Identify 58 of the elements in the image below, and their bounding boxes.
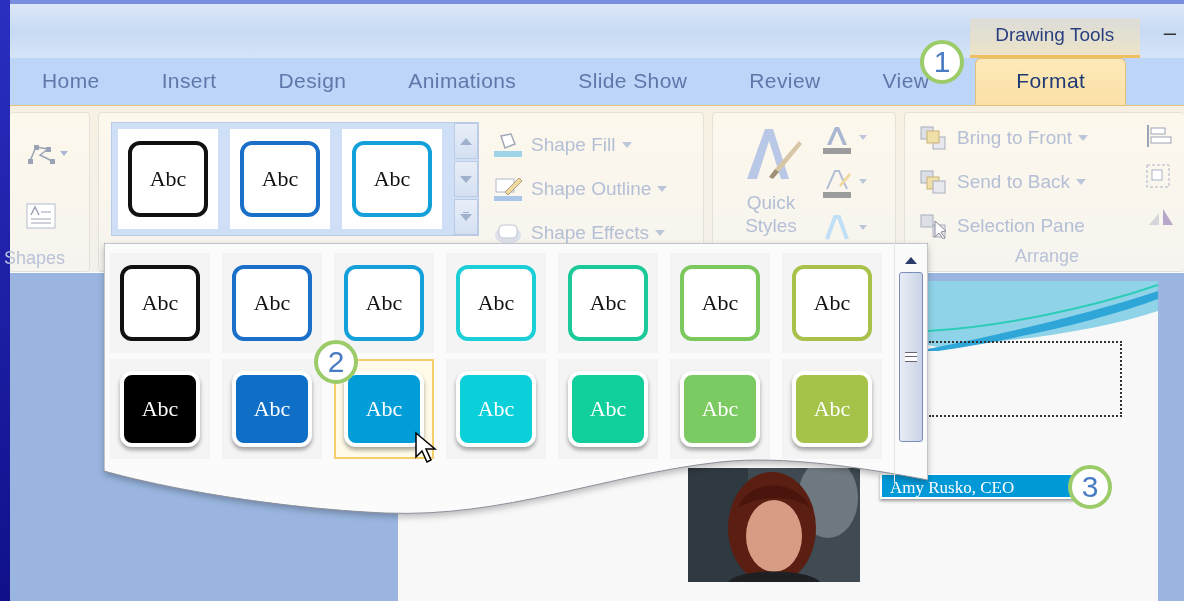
group-label: Arrange (1015, 246, 1080, 267)
style-swatch[interactable]: Abc (352, 141, 432, 217)
style-swatch: Abc (792, 371, 872, 447)
style-option[interactable]: Abc (782, 359, 882, 459)
ribbon-tab[interactable]: Format (975, 58, 1127, 105)
mouse-pointer-icon (414, 431, 440, 465)
style-option[interactable]: Abc (222, 253, 322, 353)
style-swatch: Abc (456, 371, 536, 447)
text-outline-icon[interactable] (821, 169, 869, 199)
style-swatch: Abc (232, 265, 312, 341)
ribbon-tab[interactable]: Slide Show (578, 69, 688, 105)
text-fill-icon[interactable] (821, 125, 869, 155)
stacked-squares-icon (919, 169, 949, 195)
ribbon-tab[interactable]: Review (749, 69, 821, 105)
selection-pane-icon (919, 213, 949, 239)
style-option[interactable]: Abc (110, 253, 210, 353)
style-option[interactable]: Abc (446, 359, 546, 459)
ribbon-tab[interactable]: Animations (408, 69, 517, 105)
style-swatch: Abc (344, 371, 424, 447)
ribbon-command[interactable]: Shape Fill (493, 130, 668, 160)
style-swatch: Abc (344, 265, 424, 341)
contextual-tab-label: Drawing Tools (969, 18, 1140, 58)
text-box-icon[interactable] (26, 203, 56, 229)
style-swatch: Abc (456, 265, 536, 341)
ribbon-tab[interactable]: Design (278, 69, 347, 105)
ribbon-tab[interactable]: Home (42, 69, 100, 105)
style-swatch: Abc (680, 371, 760, 447)
style-option[interactable]: Abc (110, 359, 210, 459)
style-swatch[interactable]: Abc (128, 141, 208, 217)
style-option[interactable]: Abc (670, 359, 770, 459)
style-option[interactable]: Abc (782, 253, 882, 353)
scroll-down-button[interactable] (454, 161, 478, 197)
ribbon-command[interactable]: Bring to Front (919, 123, 1131, 153)
scroll-up-button[interactable] (454, 123, 478, 159)
style-swatch: Abc (792, 265, 872, 341)
ribbon-tab[interactable]: Insert (161, 69, 217, 105)
paint-bucket-icon (493, 132, 523, 158)
stacked-squares-icon (919, 125, 949, 151)
style-option[interactable]: Abc (446, 253, 546, 353)
style-swatch: Abc (120, 265, 200, 341)
ribbon-command[interactable]: Send to Back (919, 167, 1131, 197)
ribbon-command[interactable]: Shape Outline (493, 174, 668, 204)
ribbon-command[interactable]: Selection Pane (919, 211, 1131, 241)
style-swatch[interactable]: Abc (240, 141, 320, 217)
style-option[interactable]: Abc (670, 253, 770, 353)
scrollbar[interactable] (894, 243, 926, 483)
style-swatch: Abc (568, 371, 648, 447)
minimize-button[interactable]: – (1153, 20, 1184, 58)
pencil-icon (493, 176, 523, 202)
style-swatch: Abc (680, 265, 760, 341)
style-option[interactable]: Abc (558, 253, 658, 353)
style-option[interactable]: Abc (558, 359, 658, 459)
style-swatch: Abc (568, 265, 648, 341)
style-swatch: Abc (120, 371, 200, 447)
style-option[interactable]: Abc (222, 359, 322, 459)
style-swatch: Abc (232, 371, 312, 447)
more-button[interactable] (454, 199, 478, 235)
style-option[interactable]: Abc (334, 253, 434, 353)
